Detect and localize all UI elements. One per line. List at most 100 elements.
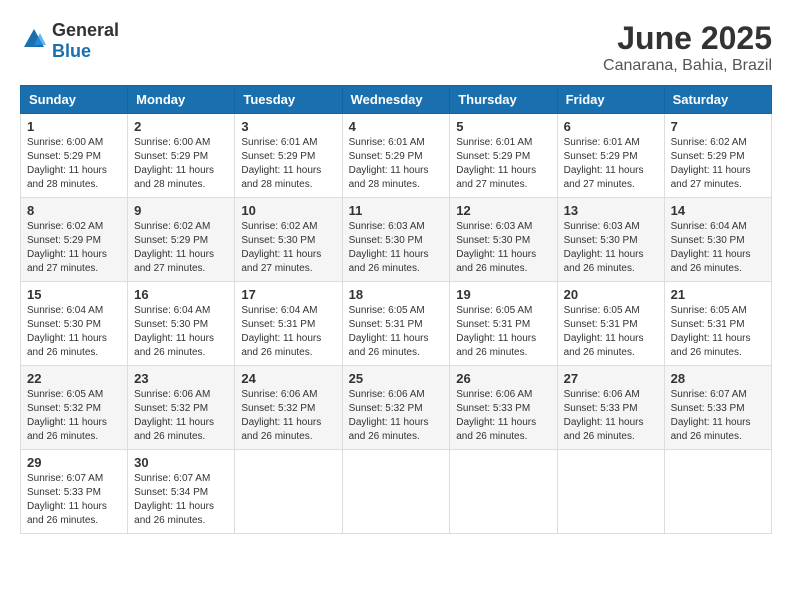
day-number: 16 bbox=[134, 287, 228, 302]
table-row: 16 Sunrise: 6:04 AM Sunset: 5:30 PM Dayl… bbox=[128, 282, 235, 366]
day-number: 24 bbox=[241, 371, 335, 386]
logo-text: General Blue bbox=[52, 20, 119, 62]
week-row-5: 29 Sunrise: 6:07 AM Sunset: 5:33 PM Dayl… bbox=[21, 450, 772, 534]
table-row: 24 Sunrise: 6:06 AM Sunset: 5:32 PM Dayl… bbox=[235, 366, 342, 450]
day-number: 22 bbox=[27, 371, 121, 386]
table-row bbox=[450, 450, 557, 534]
day-info: Sunrise: 6:01 AM Sunset: 5:29 PM Dayligh… bbox=[456, 136, 550, 192]
day-number: 23 bbox=[134, 371, 228, 386]
day-info: Sunrise: 6:04 AM Sunset: 5:30 PM Dayligh… bbox=[134, 304, 228, 360]
table-row: 19 Sunrise: 6:05 AM Sunset: 5:31 PM Dayl… bbox=[450, 282, 557, 366]
table-row: 14 Sunrise: 6:04 AM Sunset: 5:30 PM Dayl… bbox=[664, 198, 771, 282]
day-info: Sunrise: 6:03 AM Sunset: 5:30 PM Dayligh… bbox=[349, 220, 444, 276]
month-title: June 2025 bbox=[603, 20, 772, 57]
table-row: 30 Sunrise: 6:07 AM Sunset: 5:34 PM Dayl… bbox=[128, 450, 235, 534]
day-number: 9 bbox=[134, 203, 228, 218]
table-row: 13 Sunrise: 6:03 AM Sunset: 5:30 PM Dayl… bbox=[557, 198, 664, 282]
table-row: 10 Sunrise: 6:02 AM Sunset: 5:30 PM Dayl… bbox=[235, 198, 342, 282]
day-number: 4 bbox=[349, 119, 444, 134]
day-info: Sunrise: 6:02 AM Sunset: 5:30 PM Dayligh… bbox=[241, 220, 335, 276]
day-info: Sunrise: 6:04 AM Sunset: 5:30 PM Dayligh… bbox=[27, 304, 121, 360]
day-number: 30 bbox=[134, 455, 228, 470]
col-thursday: Thursday bbox=[450, 86, 557, 114]
day-number: 20 bbox=[564, 287, 658, 302]
table-row: 5 Sunrise: 6:01 AM Sunset: 5:29 PM Dayli… bbox=[450, 114, 557, 198]
day-number: 28 bbox=[671, 371, 765, 386]
day-number: 25 bbox=[349, 371, 444, 386]
day-number: 10 bbox=[241, 203, 335, 218]
day-info: Sunrise: 6:01 AM Sunset: 5:29 PM Dayligh… bbox=[349, 136, 444, 192]
table-row: 11 Sunrise: 6:03 AM Sunset: 5:30 PM Dayl… bbox=[342, 198, 450, 282]
week-row-3: 15 Sunrise: 6:04 AM Sunset: 5:30 PM Dayl… bbox=[21, 282, 772, 366]
calendar-header-row: Sunday Monday Tuesday Wednesday Thursday… bbox=[21, 86, 772, 114]
table-row: 1 Sunrise: 6:00 AM Sunset: 5:29 PM Dayli… bbox=[21, 114, 128, 198]
day-number: 14 bbox=[671, 203, 765, 218]
table-row: 8 Sunrise: 6:02 AM Sunset: 5:29 PM Dayli… bbox=[21, 198, 128, 282]
table-row: 27 Sunrise: 6:06 AM Sunset: 5:33 PM Dayl… bbox=[557, 366, 664, 450]
table-row bbox=[664, 450, 771, 534]
day-number: 7 bbox=[671, 119, 765, 134]
table-row: 28 Sunrise: 6:07 AM Sunset: 5:33 PM Dayl… bbox=[664, 366, 771, 450]
day-number: 21 bbox=[671, 287, 765, 302]
table-row: 21 Sunrise: 6:05 AM Sunset: 5:31 PM Dayl… bbox=[664, 282, 771, 366]
logo: General Blue bbox=[20, 20, 119, 62]
table-row: 25 Sunrise: 6:06 AM Sunset: 5:32 PM Dayl… bbox=[342, 366, 450, 450]
day-info: Sunrise: 6:05 AM Sunset: 5:31 PM Dayligh… bbox=[564, 304, 658, 360]
day-info: Sunrise: 6:02 AM Sunset: 5:29 PM Dayligh… bbox=[27, 220, 121, 276]
day-info: Sunrise: 6:04 AM Sunset: 5:30 PM Dayligh… bbox=[671, 220, 765, 276]
table-row bbox=[557, 450, 664, 534]
day-number: 19 bbox=[456, 287, 550, 302]
col-friday: Friday bbox=[557, 86, 664, 114]
day-info: Sunrise: 6:06 AM Sunset: 5:33 PM Dayligh… bbox=[564, 388, 658, 444]
day-info: Sunrise: 6:06 AM Sunset: 5:32 PM Dayligh… bbox=[241, 388, 335, 444]
table-row bbox=[342, 450, 450, 534]
table-row: 20 Sunrise: 6:05 AM Sunset: 5:31 PM Dayl… bbox=[557, 282, 664, 366]
week-row-4: 22 Sunrise: 6:05 AM Sunset: 5:32 PM Dayl… bbox=[21, 366, 772, 450]
week-row-1: 1 Sunrise: 6:00 AM Sunset: 5:29 PM Dayli… bbox=[21, 114, 772, 198]
day-info: Sunrise: 6:01 AM Sunset: 5:29 PM Dayligh… bbox=[241, 136, 335, 192]
day-number: 27 bbox=[564, 371, 658, 386]
day-number: 11 bbox=[349, 203, 444, 218]
day-info: Sunrise: 6:03 AM Sunset: 5:30 PM Dayligh… bbox=[564, 220, 658, 276]
col-saturday: Saturday bbox=[664, 86, 771, 114]
day-info: Sunrise: 6:07 AM Sunset: 5:34 PM Dayligh… bbox=[134, 472, 228, 528]
table-row: 23 Sunrise: 6:06 AM Sunset: 5:32 PM Dayl… bbox=[128, 366, 235, 450]
day-info: Sunrise: 6:06 AM Sunset: 5:32 PM Dayligh… bbox=[349, 388, 444, 444]
day-number: 17 bbox=[241, 287, 335, 302]
day-number: 6 bbox=[564, 119, 658, 134]
day-info: Sunrise: 6:02 AM Sunset: 5:29 PM Dayligh… bbox=[671, 136, 765, 192]
day-number: 18 bbox=[349, 287, 444, 302]
day-number: 12 bbox=[456, 203, 550, 218]
day-number: 5 bbox=[456, 119, 550, 134]
table-row: 3 Sunrise: 6:01 AM Sunset: 5:29 PM Dayli… bbox=[235, 114, 342, 198]
calendar-table: Sunday Monday Tuesday Wednesday Thursday… bbox=[20, 85, 772, 534]
day-info: Sunrise: 6:02 AM Sunset: 5:29 PM Dayligh… bbox=[134, 220, 228, 276]
day-info: Sunrise: 6:01 AM Sunset: 5:29 PM Dayligh… bbox=[564, 136, 658, 192]
table-row: 17 Sunrise: 6:04 AM Sunset: 5:31 PM Dayl… bbox=[235, 282, 342, 366]
day-info: Sunrise: 6:05 AM Sunset: 5:31 PM Dayligh… bbox=[349, 304, 444, 360]
table-row: 22 Sunrise: 6:05 AM Sunset: 5:32 PM Dayl… bbox=[21, 366, 128, 450]
location-title: Canarana, Bahia, Brazil bbox=[603, 57, 772, 75]
day-info: Sunrise: 6:05 AM Sunset: 5:31 PM Dayligh… bbox=[671, 304, 765, 360]
table-row bbox=[235, 450, 342, 534]
table-row: 2 Sunrise: 6:00 AM Sunset: 5:29 PM Dayli… bbox=[128, 114, 235, 198]
col-monday: Monday bbox=[128, 86, 235, 114]
day-number: 15 bbox=[27, 287, 121, 302]
day-info: Sunrise: 6:06 AM Sunset: 5:32 PM Dayligh… bbox=[134, 388, 228, 444]
header: General Blue June 2025 Canarana, Bahia, … bbox=[20, 20, 772, 75]
day-number: 13 bbox=[564, 203, 658, 218]
day-info: Sunrise: 6:06 AM Sunset: 5:33 PM Dayligh… bbox=[456, 388, 550, 444]
table-row: 29 Sunrise: 6:07 AM Sunset: 5:33 PM Dayl… bbox=[21, 450, 128, 534]
title-area: June 2025 Canarana, Bahia, Brazil bbox=[603, 20, 772, 75]
day-number: 26 bbox=[456, 371, 550, 386]
table-row: 26 Sunrise: 6:06 AM Sunset: 5:33 PM Dayl… bbox=[450, 366, 557, 450]
week-row-2: 8 Sunrise: 6:02 AM Sunset: 5:29 PM Dayli… bbox=[21, 198, 772, 282]
table-row: 7 Sunrise: 6:02 AM Sunset: 5:29 PM Dayli… bbox=[664, 114, 771, 198]
day-info: Sunrise: 6:07 AM Sunset: 5:33 PM Dayligh… bbox=[27, 472, 121, 528]
table-row: 18 Sunrise: 6:05 AM Sunset: 5:31 PM Dayl… bbox=[342, 282, 450, 366]
day-number: 3 bbox=[241, 119, 335, 134]
day-number: 2 bbox=[134, 119, 228, 134]
table-row: 9 Sunrise: 6:02 AM Sunset: 5:29 PM Dayli… bbox=[128, 198, 235, 282]
day-info: Sunrise: 6:00 AM Sunset: 5:29 PM Dayligh… bbox=[134, 136, 228, 192]
day-number: 29 bbox=[27, 455, 121, 470]
